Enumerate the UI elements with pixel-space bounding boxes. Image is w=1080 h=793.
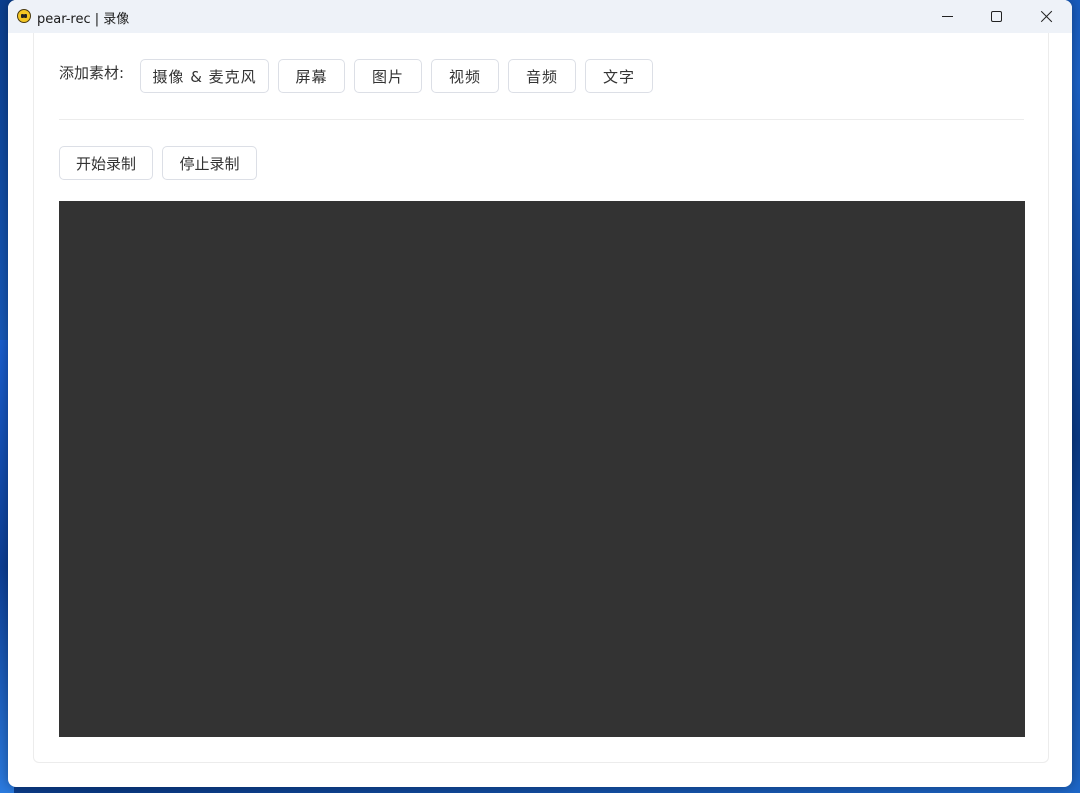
close-icon (1040, 10, 1053, 23)
start-recording-button[interactable]: 开始录制 (59, 146, 153, 180)
close-button[interactable] (1021, 0, 1071, 33)
add-source-toolbar: 添加素材: 摄像 & 麦克风 屏幕 图片 视频 音频 文字 (59, 59, 662, 93)
add-source-label: 添加素材: (59, 63, 125, 82)
recording-controls: 开始录制 停止录制 (59, 146, 266, 180)
stop-recording-button[interactable]: 停止录制 (162, 146, 257, 180)
preview-canvas[interactable] (59, 201, 1025, 737)
window-title: pear-rec | 录像 (37, 12, 130, 27)
recorder-panel: 添加素材: 摄像 & 麦克风 屏幕 图片 视频 音频 文字 开始录制 停止录制 (33, 33, 1049, 763)
minimize-icon (941, 16, 953, 17)
app-window: pear-rec | 录像 添加素材: 摄像 & 麦克风 屏幕 图片 视频 音频… (8, 0, 1072, 787)
divider (59, 119, 1024, 120)
minimize-button[interactable] (922, 0, 972, 33)
add-screen-button[interactable]: 屏幕 (278, 59, 346, 93)
add-video-button[interactable]: 视频 (431, 59, 500, 93)
maximize-button[interactable] (971, 0, 1021, 33)
add-camera-mic-button[interactable]: 摄像 & 麦克风 (140, 59, 270, 93)
add-image-button[interactable]: 图片 (354, 59, 423, 93)
add-text-button[interactable]: 文字 (585, 59, 654, 93)
add-audio-button[interactable]: 音频 (508, 59, 577, 93)
maximize-icon (990, 11, 1002, 22)
app-logo-icon (17, 9, 31, 23)
title-bar[interactable]: pear-rec | 录像 (8, 0, 1072, 33)
